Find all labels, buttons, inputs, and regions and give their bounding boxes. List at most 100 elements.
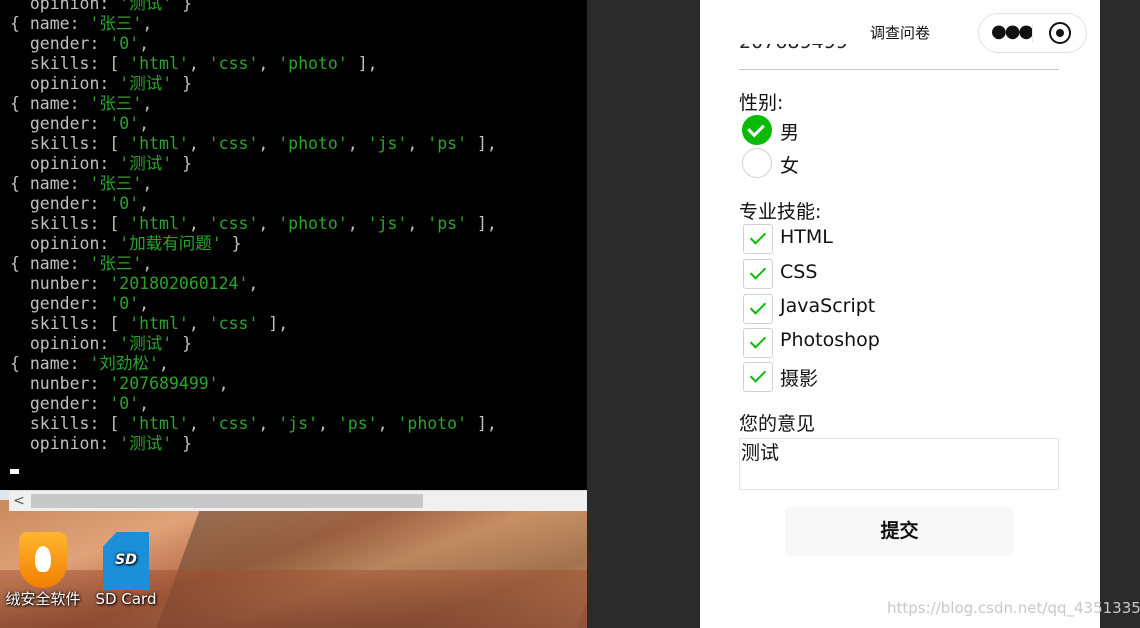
terminal-line: skills: [ 'html', 'css', 'photo' ], [10,54,497,74]
mini-program-capsule[interactable]: ●●● [978,13,1087,53]
terminal-token: } [172,434,193,453]
terminal-string-token: '张三' [89,174,143,193]
terminal-token: skills: [ [10,134,130,153]
terminal-string-token: '张三' [89,14,143,33]
checkbox-css[interactable] [743,259,773,289]
terminal-string-token: '张三' [89,254,143,273]
terminal-string-token: 'ps' [427,214,468,233]
terminal-cursor [10,469,19,474]
terminal-string-token: '0' [109,394,140,413]
terminal-token: } [172,334,193,353]
terminal-line: gender: '0', [10,294,497,314]
terminal-line: opinion: '测试' } [10,334,497,354]
radio-female-label: 女 [780,155,800,177]
terminal-line: skills: [ 'html', 'css', 'photo', 'js', … [10,214,497,234]
checkbox-photoshop[interactable] [743,328,773,358]
skills-label: 专业技能: [739,201,822,223]
terminal-token: } [221,234,242,253]
close-target-icon[interactable] [1049,22,1071,44]
capsule-divider [1032,24,1033,42]
terminal-token: opinion: [10,234,120,253]
terminal-line: skills: [ 'html', 'css', 'photo', 'js', … [10,134,497,154]
checkbox-photography[interactable] [743,362,773,392]
input-underline [739,69,1059,70]
shield-icon [19,532,67,588]
terminal-string-token: 'ps' [337,414,378,433]
page-title: 调查问卷 [869,24,930,42]
terminal-output: opinion: '测试' }{ name: '张三', gender: '0'… [10,0,497,454]
terminal-string-token: '207689499' [109,374,219,393]
opinion-textarea[interactable]: 测试 [739,438,1059,490]
terminal-token: , [318,414,338,433]
terminal-string-token: 'css' [208,134,259,153]
submit-button[interactable]: 提交 [785,507,1014,556]
simulator-frame [587,0,700,628]
terminal-token: skills: [ [10,214,130,233]
desktop-icon-label: 绒安全软件 [5,590,81,608]
terminal-string-token: '张三' [89,94,143,113]
phone-screen: 调查问卷 ●●● 207689499 性别: 男 女 专业技能: HTML CS… [700,0,1100,628]
horizontal-scrollbar[interactable]: < [9,490,587,511]
terminal-line: opinion: '测试' } [10,0,497,14]
terminal-token: gender: [10,394,110,413]
terminal-line: { name: '张三', [10,94,497,114]
number-value: 207689499 [739,44,848,52]
checkbox-html[interactable] [743,224,773,254]
checkbox-photoshop-label: Photoshop [780,329,880,351]
radio-male[interactable] [742,115,772,145]
terminal-token: { name: [10,14,90,33]
terminal-line: gender: '0', [10,394,497,414]
desktop-icon-security[interactable]: 绒安全软件 [0,532,86,609]
terminal-line: gender: '0', [10,194,497,214]
terminal-token: skills: [ [10,314,130,333]
terminal-token: ], [467,134,497,153]
checkbox-javascript[interactable] [743,294,773,324]
terminal-token: , [139,194,150,213]
more-icon[interactable]: ●●● [991,23,1034,41]
terminal-token: , [142,94,153,113]
terminal-token: } [172,0,193,13]
terminal-line: opinion: '测试' } [10,74,497,94]
terminal-token: opinion: [10,434,120,453]
number-input[interactable]: 207689499 [739,44,848,56]
terminal-string-token: '测试' [119,434,173,453]
terminal-line: skills: [ 'html', 'css' ], [10,314,497,334]
terminal-window[interactable]: opinion: '测试' }{ name: '张三', gender: '0'… [0,0,587,490]
terminal-token: skills: [ [10,54,130,73]
terminal-token: , [258,414,279,433]
terminal-token: gender: [10,114,110,133]
terminal-token: { name: [10,94,90,113]
desktop-icon-label: SD Card [95,590,157,608]
gender-label: 性别: [739,92,784,114]
terminal-line: { name: '张三', [10,254,497,274]
terminal-token: { name: [10,354,90,373]
terminal-line: opinion: '加载有问题' } [10,234,497,254]
desktop-icon-sd-card[interactable]: SD SD Card [83,532,169,608]
terminal-line: opinion: '测试' } [10,154,497,174]
terminal-string-token: '0' [109,294,140,313]
terminal-token: , [142,254,153,273]
terminal-string-token: 'css' [208,214,259,233]
terminal-line: nunber: '207689499', [10,374,497,394]
terminal-token: } [172,74,193,93]
checkbox-photography-label: 摄影 [780,368,819,390]
terminal-token: , [258,54,279,73]
terminal-token: ], [258,314,289,333]
scrollbar-thumb[interactable] [31,494,423,508]
terminal-token: , [139,114,150,133]
terminal-token: , [188,214,209,233]
terminal-line: opinion: '测试' } [10,434,497,454]
checkbox-html-label: HTML [780,226,833,248]
terminal-token: , [139,294,150,313]
terminal-string-token: '测试' [119,74,173,93]
terminal-token: { name: [10,254,90,273]
terminal-token: , [188,314,209,333]
scroll-left-arrow-icon[interactable]: < [9,491,29,511]
terminal-token: gender: [10,294,110,313]
terminal-token: , [188,54,209,73]
terminal-token: , [218,374,229,393]
terminal-token: } [172,154,193,173]
radio-female[interactable] [742,148,772,178]
terminal-line: gender: '0', [10,34,497,54]
terminal-line: gender: '0', [10,114,497,134]
